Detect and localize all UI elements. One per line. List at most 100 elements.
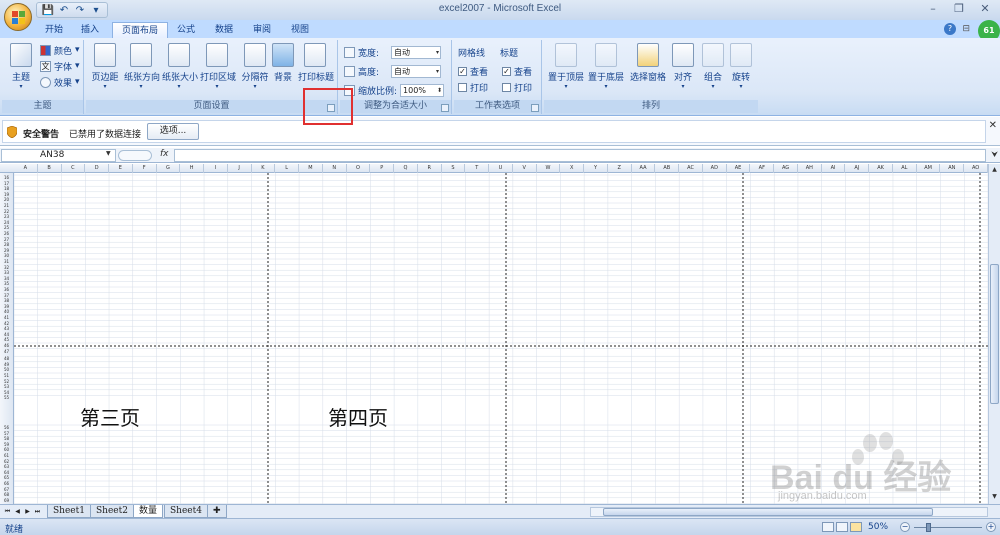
column-header[interactable]: Z [608, 164, 632, 173]
paper-size-button[interactable]: 纸张大小 ▾ [162, 43, 198, 97]
gridlines-print-checkbox[interactable] [458, 82, 467, 92]
column-header[interactable]: N [323, 164, 347, 173]
column-header[interactable]: O [347, 164, 371, 173]
page-layout-view-icon[interactable] [836, 522, 848, 532]
security-options-button[interactable]: 选项... [147, 123, 199, 140]
selection-pane-button[interactable]: 选择窗格 [628, 43, 668, 97]
themes-button[interactable]: 主题 ▾ [4, 43, 38, 97]
column-header[interactable]: E [109, 164, 133, 173]
column-header[interactable]: AE [727, 164, 751, 173]
column-header[interactable]: AD [703, 164, 727, 173]
scale-spinner[interactable]: 100% ⬍ [400, 83, 445, 97]
column-header[interactable]: V [513, 164, 537, 173]
column-header[interactable]: S [442, 164, 466, 173]
tab-insert[interactable]: 插入 [72, 22, 108, 38]
close-button[interactable]: ✕ [972, 1, 998, 17]
page-four-text[interactable]: 第四页 [328, 402, 388, 431]
page-break-preview-icon[interactable] [850, 522, 862, 532]
column-header[interactable]: R [418, 164, 442, 173]
column-header[interactable]: AK [869, 164, 893, 173]
formula-input[interactable] [174, 149, 986, 162]
column-header[interactable]: AG [774, 164, 798, 173]
column-header[interactable]: B [38, 164, 62, 173]
colors-button[interactable]: 颜色 ▾ [40, 43, 80, 57]
align-button[interactable]: 对齐 ▾ [666, 43, 700, 97]
expand-formula-bar-icon[interactable]: ⮟ [991, 150, 998, 160]
column-header[interactable]: G [157, 164, 181, 173]
name-box[interactable]: AN38 [1, 149, 116, 162]
office-button[interactable] [4, 3, 32, 31]
width-select[interactable]: 自动 ▾ [391, 45, 441, 59]
column-header[interactable]: P [370, 164, 395, 173]
margins-button[interactable]: 页边距 ▾ [88, 43, 122, 97]
spinner-arrows-icon[interactable]: ⬍ [437, 85, 442, 96]
column-header[interactable]: AM [917, 164, 941, 173]
horizontal-scroll-thumb[interactable] [603, 508, 933, 516]
row-header[interactable]: 55 [0, 395, 13, 401]
column-header[interactable]: D [85, 164, 110, 173]
column-header[interactable]: AN [940, 164, 965, 173]
scale-dialog-launcher[interactable] [441, 104, 449, 112]
restore-button[interactable]: ❐ [946, 1, 972, 17]
column-header[interactable]: Y [584, 164, 608, 173]
zoom-in-icon[interactable]: + [986, 522, 996, 532]
column-header[interactable]: AA [632, 164, 656, 173]
column-header[interactable]: A [14, 164, 38, 173]
normal-view-icon[interactable] [822, 522, 834, 532]
rotate-button[interactable]: 旋转 ▾ [724, 43, 758, 97]
effects-button[interactable]: 效果 ▾ [40, 75, 80, 89]
sheet-tab-sheet1[interactable]: Sheet1 [47, 505, 91, 518]
horizontal-scrollbar[interactable] [590, 507, 988, 517]
help-icon[interactable]: ? [944, 23, 956, 35]
send-to-back-button[interactable]: 置于底层 ▾ [586, 43, 626, 97]
column-header[interactable]: U [489, 164, 513, 173]
sheet-tab-quantity[interactable]: 数量 [133, 505, 164, 518]
sheet-tab-sheet2[interactable]: Sheet2 [90, 505, 134, 518]
bring-to-front-button[interactable]: 置于顶层 ▾ [546, 43, 586, 97]
column-header[interactable]: I [204, 164, 228, 173]
column-header[interactable]: AH [798, 164, 822, 173]
close-icon[interactable]: ✕ [989, 120, 997, 131]
row-header[interactable]: 69 [0, 498, 13, 504]
headings-view-checkbox[interactable]: ✓ [502, 66, 511, 76]
column-header[interactable]: M [299, 164, 323, 173]
ribbon-restore-icon[interactable]: ⊟ [962, 24, 970, 34]
column-header[interactable]: H [180, 164, 205, 173]
column-header[interactable]: AC [679, 164, 703, 173]
tab-review[interactable]: 审阅 [244, 22, 280, 38]
scroll-up-icon[interactable]: ▲ [990, 165, 999, 174]
background-button[interactable]: 背景 [266, 43, 300, 97]
gridlines-view-checkbox[interactable]: ✓ [458, 66, 467, 76]
page-three-text[interactable]: 第三页 [80, 402, 140, 431]
column-header[interactable]: AL [893, 164, 917, 173]
first-sheet-icon[interactable]: ⏮ [3, 507, 12, 517]
print-area-button[interactable]: 打印区域 ▾ [200, 43, 236, 97]
zoom-level[interactable]: 50% [868, 522, 888, 532]
fx-icon[interactable]: fx [160, 149, 169, 159]
sheet-options-dialog-launcher[interactable] [531, 104, 539, 112]
last-sheet-icon[interactable]: ⏭ [33, 507, 42, 517]
row-header[interactable]: 47 [0, 349, 13, 355]
column-header[interactable]: AF [750, 164, 775, 173]
minimize-button[interactable]: – [920, 1, 946, 17]
column-header[interactable]: AB [655, 164, 680, 173]
tab-view[interactable]: 视图 [282, 22, 318, 38]
fonts-button[interactable]: 文字体 ▾ [40, 59, 80, 73]
column-header[interactable]: AO [964, 164, 988, 173]
height-select[interactable]: 自动 ▾ [391, 64, 441, 78]
zoom-slider-thumb[interactable] [926, 523, 931, 532]
column-header[interactable]: Q [394, 164, 418, 173]
zoom-slider[interactable] [914, 527, 982, 528]
prev-sheet-icon[interactable]: ◀ [13, 507, 22, 517]
chevron-down-icon[interactable]: ▼ [106, 150, 111, 157]
tab-page-layout[interactable]: 页面布局 [112, 22, 169, 38]
column-header[interactable]: J [228, 164, 252, 173]
sheet-tab-sheet4[interactable]: Sheet4 [164, 505, 208, 518]
column-header[interactable]: X [560, 164, 585, 173]
vertical-scrollbar[interactable]: ▲ ▼ [988, 164, 1000, 504]
column-header[interactable]: AJ [845, 164, 870, 173]
column-header[interactable]: AI [822, 164, 846, 173]
column-header[interactable]: W [537, 164, 561, 173]
vertical-scroll-thumb[interactable] [990, 264, 999, 404]
next-sheet-icon[interactable]: ▶ [23, 507, 32, 517]
